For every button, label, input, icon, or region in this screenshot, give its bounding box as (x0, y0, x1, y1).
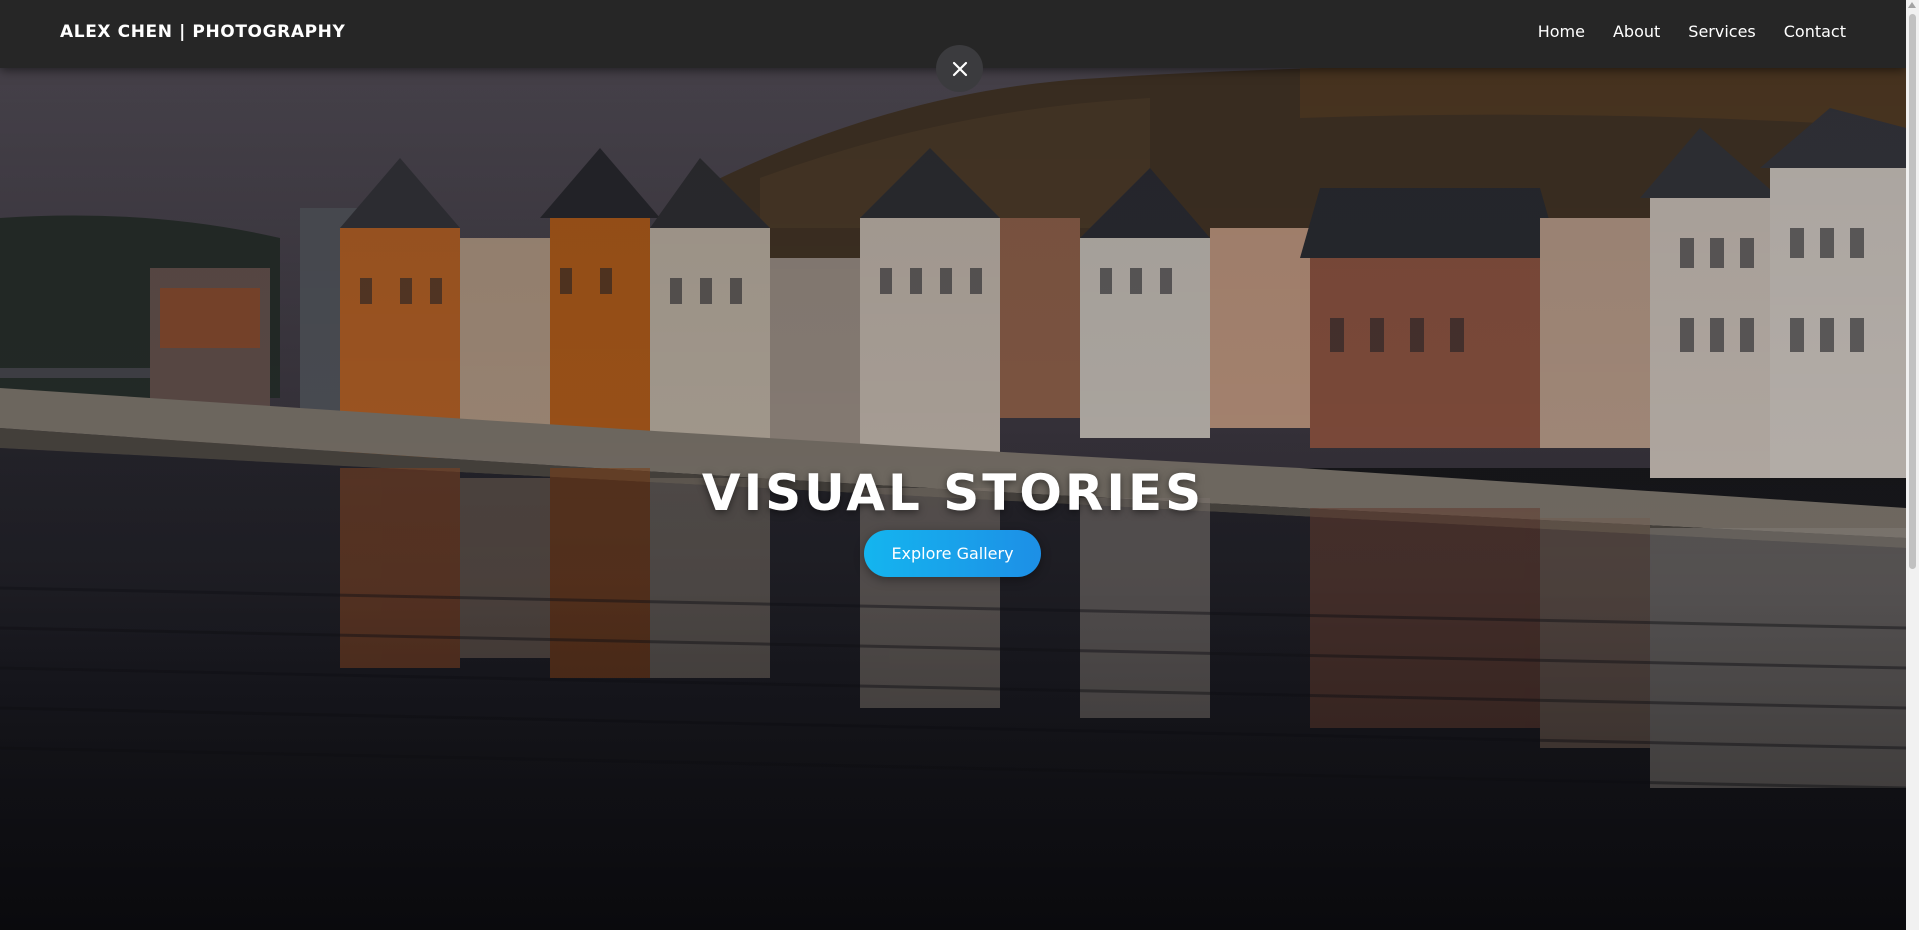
scroll-up-arrow-icon[interactable] (1908, 2, 1916, 8)
vertical-scrollbar[interactable] (1906, 0, 1919, 930)
close-icon (952, 61, 967, 76)
nav-link-about[interactable]: About (1613, 22, 1660, 41)
hero-title: VISUAL STORIES (701, 463, 1205, 522)
brand-logo[interactable]: ALEX CHEN | PHOTOGRAPHY (60, 22, 345, 42)
main-nav: Home About Services Contact (1538, 22, 1846, 41)
page: ALEX CHEN | PHOTOGRAPHY Home About Servi… (0, 0, 1919, 930)
explore-gallery-button[interactable]: Explore Gallery (864, 530, 1041, 577)
scrollbar-thumb[interactable] (1909, 14, 1916, 569)
nav-link-contact[interactable]: Contact (1784, 22, 1846, 41)
nav-link-home[interactable]: Home (1538, 22, 1585, 41)
hero-section: VISUAL STORIES Explore Gallery (0, 68, 1906, 930)
nav-link-services[interactable]: Services (1688, 22, 1755, 41)
close-button[interactable] (936, 45, 983, 92)
